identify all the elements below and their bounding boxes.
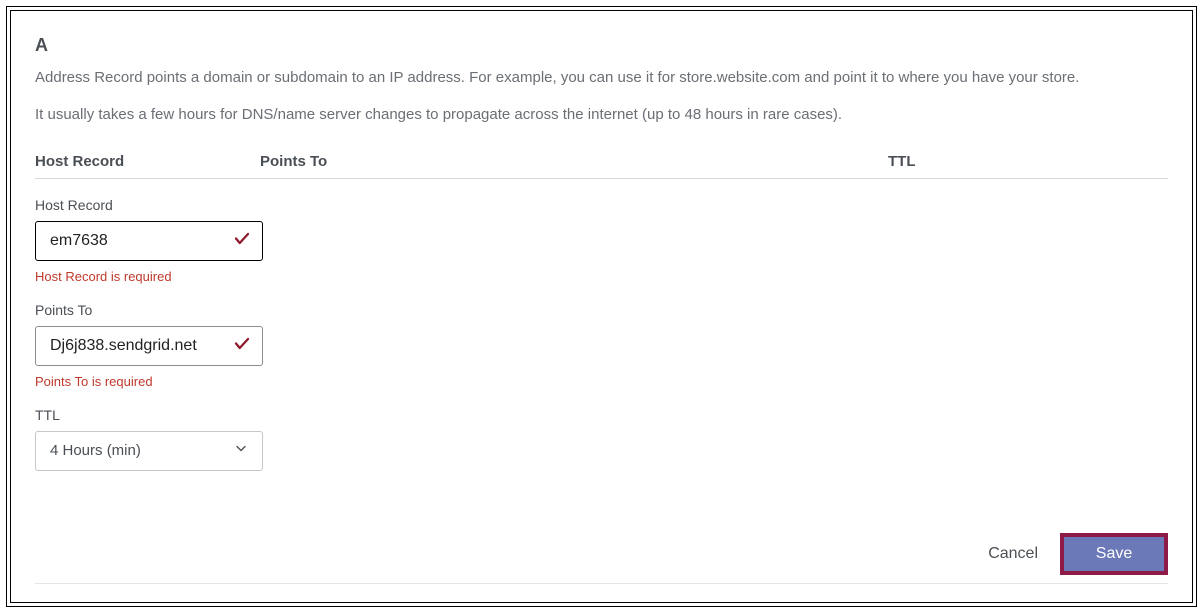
host-record-input[interactable] [35,221,263,261]
points-to-input[interactable] [35,326,263,366]
record-description-1: Address Record points a domain or subdom… [35,66,1168,89]
ttl-field-group: TTL 4 Hours (min) [35,407,1168,471]
ttl-select[interactable]: 4 Hours (min) [35,431,263,471]
points-to-label: Points To [35,302,1168,318]
record-description-2: It usually takes a few hours for DNS/nam… [35,103,1168,126]
action-row: Cancel Save [35,533,1168,584]
column-header-host: Host Record [35,153,260,170]
column-header-ttl: TTL [888,153,1168,170]
points-to-field-group: Points To Points To is required [35,302,1168,389]
ttl-select-wrap: 4 Hours (min) [35,431,263,471]
outer-frame: A Address Record points a domain or subd… [6,6,1197,607]
dns-record-panel: A Address Record points a domain or subd… [10,10,1193,603]
column-header-points-to: Points To [260,153,888,170]
host-record-field-group: Host Record Host Record is required [35,197,1168,284]
save-button[interactable]: Save [1064,537,1164,571]
cancel-button[interactable]: Cancel [984,539,1042,569]
record-type-heading: A [35,35,1168,56]
column-header-row: Host Record Points To TTL [35,145,1168,179]
host-record-input-wrap [35,221,263,261]
ttl-selected-value: 4 Hours (min) [50,442,141,459]
host-record-error: Host Record is required [35,269,1168,284]
ttl-label: TTL [35,407,1168,423]
points-to-input-wrap [35,326,263,366]
host-record-label: Host Record [35,197,1168,213]
save-button-highlight: Save [1060,533,1168,575]
points-to-error: Points To is required [35,374,1168,389]
